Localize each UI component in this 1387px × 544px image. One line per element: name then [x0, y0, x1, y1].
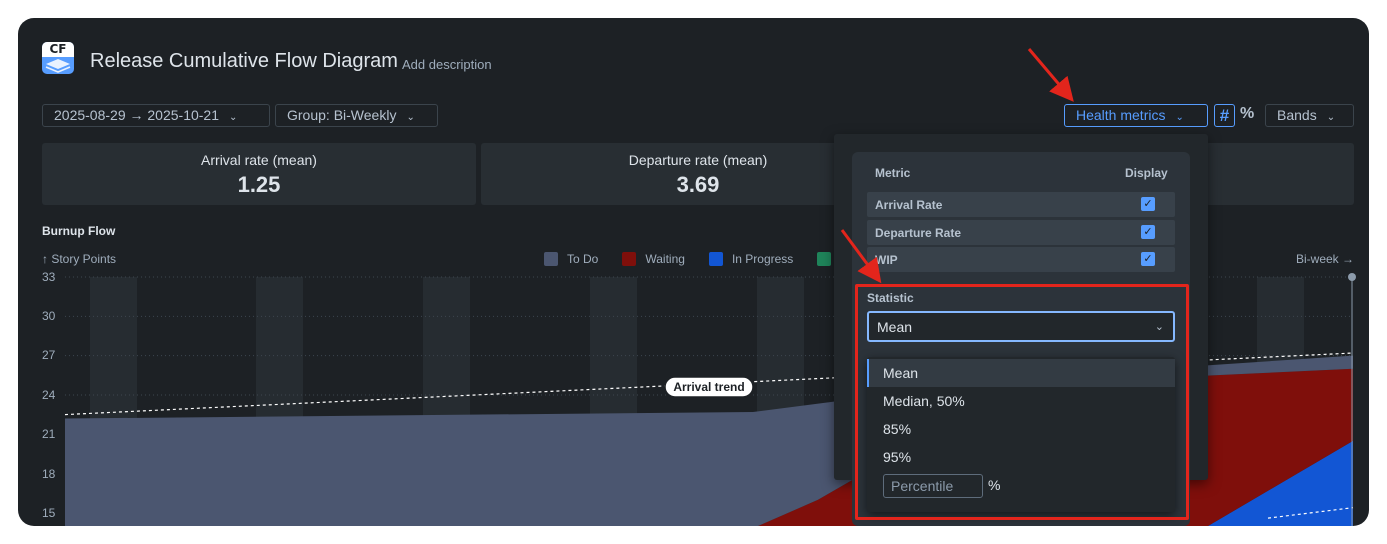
chart-legend: To Do Waiting In Progress	[544, 252, 864, 266]
trend-label: Arrival trend	[673, 380, 744, 394]
arrival-rate-card: Arrival rate (mean) 1.25	[42, 143, 476, 205]
chevron-down-icon: ⌄	[229, 112, 238, 123]
y-tick: 30	[42, 309, 56, 323]
health-metrics-button[interactable]: Health metrics ⌄	[1064, 104, 1208, 127]
bands-label: Bands	[1277, 107, 1317, 123]
app-logo: CF	[42, 42, 74, 74]
y-tick: 18	[42, 467, 56, 481]
y-tick: 33	[42, 270, 56, 284]
y-tick: 27	[42, 348, 56, 362]
date-range-button[interactable]: 2025-08-29 → 2025-10-21 ⌄	[42, 104, 270, 127]
percentile-unit: %	[988, 477, 1001, 493]
display-checkbox[interactable]: ✓	[1141, 225, 1155, 239]
option-mean[interactable]: Mean	[867, 359, 1175, 387]
percentile-input[interactable]: Percentile	[883, 474, 983, 498]
chevron-down-icon: ⌄	[406, 112, 415, 123]
date-range-label: 2025-08-29 → 2025-10-21	[54, 107, 220, 123]
display-checkbox[interactable]: ✓	[1141, 252, 1155, 266]
metric-row-label: WIP	[875, 253, 898, 267]
option-85[interactable]: 85%	[867, 415, 1175, 443]
statistic-label: Statistic	[867, 291, 914, 305]
option-95[interactable]: 95%	[867, 443, 1175, 471]
chevron-down-icon: ⌄	[1154, 321, 1164, 333]
legend-label: In Progress	[731, 252, 794, 266]
legend-swatch	[622, 252, 637, 266]
legend-swatch	[544, 252, 558, 266]
display-column-header: Display	[1125, 166, 1168, 180]
chevron-down-icon: ⌄	[1326, 112, 1336, 123]
y-axis-label: ↑ Story Points	[42, 252, 117, 266]
page-title: Release Cumulative Flow Diagram	[90, 50, 398, 72]
legend-label: To Do	[567, 252, 599, 266]
option-median[interactable]: Median, 50%	[867, 387, 1175, 415]
legend-item-waiting[interactable]: Waiting	[622, 252, 685, 266]
statistic-options-menu: Mean Median, 50% 85% 95% Percentile %	[867, 357, 1175, 512]
y-tick: 24	[42, 388, 56, 402]
group-button[interactable]: Group: Bi-Weekly ⌄	[275, 104, 438, 127]
metric-label: Arrival rate (mean)	[201, 152, 317, 168]
current-marker-dot	[1348, 273, 1356, 281]
count-toggle-button[interactable]: #	[1214, 104, 1235, 127]
y-tick: 15	[42, 506, 56, 520]
chart-title: Burnup Flow	[42, 224, 116, 238]
metric-row-arrival-rate[interactable]: Arrival Rate ✓	[867, 192, 1175, 217]
percent-toggle-button[interactable]: %	[1240, 105, 1254, 123]
statistic-select[interactable]: Mean ⌄	[867, 311, 1175, 342]
health-metrics-label: Health metrics	[1076, 107, 1166, 123]
metric-value: 1.25	[237, 172, 281, 197]
metric-row-wip[interactable]: WIP ✓	[867, 247, 1175, 272]
legend-swatch	[708, 252, 723, 266]
legend-swatch	[817, 252, 832, 266]
legend-item-todo[interactable]: To Do	[544, 252, 598, 266]
legend-item-in-progress[interactable]: In Progress	[708, 252, 794, 266]
add-description-link[interactable]: Add description	[402, 57, 492, 72]
statistic-select-value: Mean	[877, 319, 913, 335]
metric-column-header: Metric	[875, 166, 911, 180]
display-checkbox[interactable]: ✓	[1141, 197, 1155, 211]
chevron-down-icon: ⌄	[1175, 112, 1184, 123]
y-tick: 21	[42, 427, 56, 441]
app-window: Arrival trend CF Release Cumulative Flow…	[18, 18, 1369, 526]
legend-label: Waiting	[645, 252, 685, 266]
metric-row-label: Departure Rate	[875, 226, 962, 240]
metric-row-departure-rate[interactable]: Departure Rate ✓	[867, 220, 1175, 245]
metric-row-label: Arrival Rate	[875, 198, 943, 212]
x-axis-label: Bi-week →	[1295, 252, 1354, 266]
group-label: Group: Bi-Weekly	[287, 107, 397, 123]
bands-button[interactable]: Bands ⌄	[1265, 104, 1354, 127]
wip-card	[1206, 143, 1354, 205]
